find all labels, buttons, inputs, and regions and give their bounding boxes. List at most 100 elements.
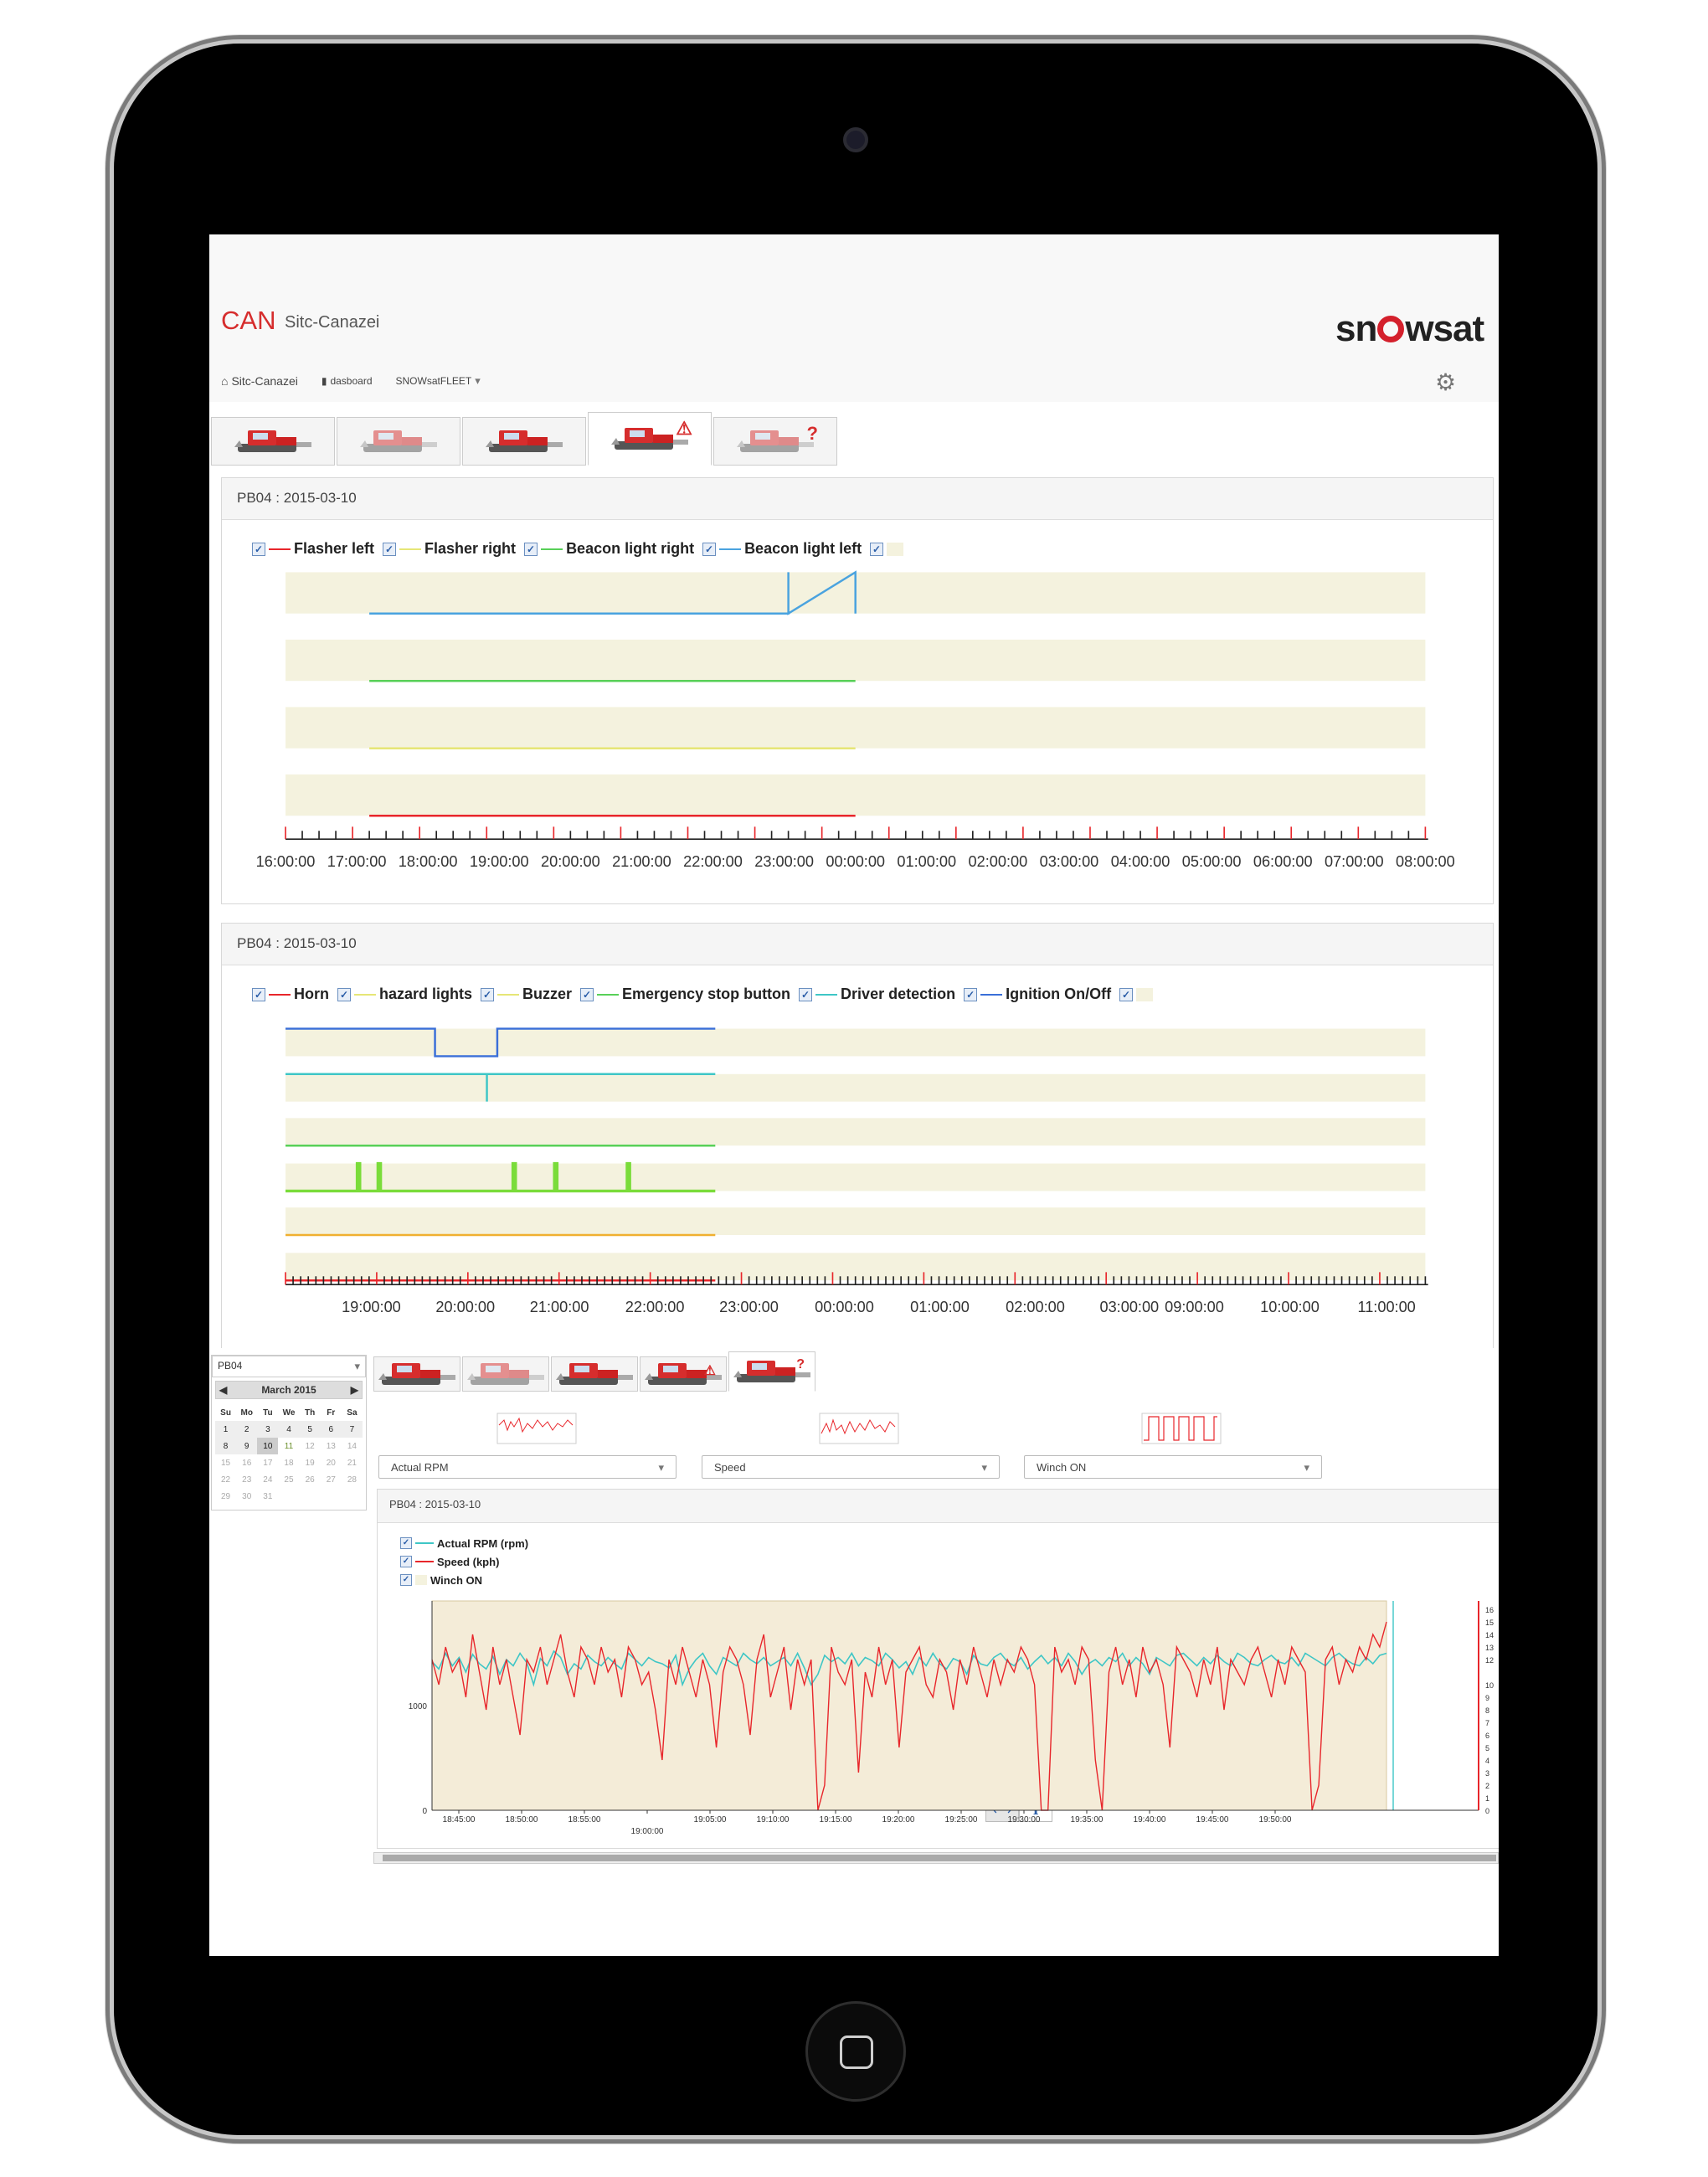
x-tick-label: 18:45:00 [443, 1815, 476, 1824]
bar-chart-icon: ▮ [321, 375, 327, 387]
horizontal-scrollbar[interactable] [373, 1852, 1499, 1864]
calendar-day[interactable]: 28 [342, 1471, 363, 1488]
nav-home[interactable]: ⌂ Sitc-Canazei [221, 374, 298, 388]
home-button[interactable] [805, 2001, 906, 2102]
calendar-day[interactable]: 22 [215, 1471, 236, 1488]
calendar-day[interactable]: 9 [236, 1438, 258, 1454]
y-right-tick-label: 12 [1485, 1656, 1494, 1665]
x-tick-label: 01:00:00 [897, 853, 956, 870]
caret-down-icon: ▾ [981, 1461, 987, 1474]
x-tick-label: 19:45:00 [1196, 1815, 1229, 1824]
app-header: CAN Sitc-Canazei sn wsat ⌂ Sitc-Canazei ▮ d… [209, 234, 1499, 402]
warning-icon: ⚠ [703, 1364, 716, 1378]
calendar-day[interactable]: 12 [300, 1438, 321, 1454]
x-tick-label: 20:00:00 [541, 853, 600, 870]
vehicle-tab-3[interactable] [551, 1356, 638, 1392]
calendar-day[interactable]: 1 [215, 1421, 237, 1438]
vehicle-tab-5[interactable]: ? [713, 417, 837, 466]
next-month-icon[interactable]: ▶ [351, 1384, 358, 1396]
x-tick-label: 02:00:00 [1006, 1299, 1065, 1315]
vehicle-tab-3[interactable] [462, 417, 586, 466]
calendar-day[interactable]: 8 [215, 1438, 237, 1454]
calendar-day[interactable]: 13 [321, 1438, 342, 1454]
y-right-tick-label: 13 [1485, 1644, 1494, 1652]
calendar-grid: Su Mo Tu We Th Fr Sa 1 2 3 4 5 6 7 8 9 10 11 12 13 14 15 16 17 1… [212, 1402, 366, 1510]
weekday-label: Tu [263, 1408, 273, 1418]
calendar-day[interactable]: 16 [236, 1454, 257, 1471]
calendar-day[interactable]: 21 [342, 1454, 363, 1471]
vehicle-tabs: ⚠? [211, 412, 837, 466]
calendar-day[interactable]: 10 [257, 1438, 279, 1454]
chart-band [286, 707, 1426, 749]
chart-panel-lights: PB04 : 2015-03-10 ✓ Flasher left ✓ Flasher … [221, 477, 1494, 904]
calendar-day[interactable]: 19 [300, 1454, 321, 1471]
calendar-day[interactable]: 6 [320, 1421, 342, 1438]
weekday-label: Su [220, 1408, 231, 1418]
calendar-day[interactable]: 25 [278, 1471, 299, 1488]
vehicle-tab-4[interactable]: ⚠ [640, 1356, 727, 1392]
calendar-day[interactable]: 4 [278, 1421, 300, 1438]
y-right-tick-label: 15 [1485, 1619, 1494, 1627]
x-tick-label: 17:00:00 [327, 853, 387, 870]
calendar-day[interactable]: 15 [215, 1454, 236, 1471]
warning-icon: ⚠ [676, 418, 692, 439]
calendar-day[interactable]: 3 [257, 1421, 279, 1438]
calendar-day[interactable]: 31 [257, 1488, 278, 1505]
speed-sparkline [819, 1413, 899, 1444]
checkbox-icon[interactable]: ✓ [400, 1537, 412, 1549]
vehicle-tab-4[interactable]: ⚠ [588, 412, 712, 466]
metric-select-2-value: Speed [714, 1461, 746, 1474]
legend-item[interactable]: ✓ Winch ON [400, 1571, 528, 1589]
legend-item[interactable]: ✓ Speed (kph) [400, 1552, 528, 1571]
nav-dashboard[interactable]: ▮ dasboard [322, 375, 373, 387]
snowcat-icon [375, 1355, 459, 1394]
checkbox-icon[interactable]: ✓ [400, 1556, 412, 1567]
vehicle-tab-2[interactable] [462, 1356, 549, 1392]
y-right-tick-label: 1 [1485, 1794, 1489, 1803]
metric-select-3[interactable]: Winch ON ▾ [1024, 1455, 1322, 1479]
calendar-day[interactable]: 20 [321, 1454, 342, 1471]
nav-dashboard-label: dasboard [330, 375, 373, 387]
checkbox-icon[interactable]: ✓ [400, 1574, 412, 1586]
y-right-tick-label: 14 [1485, 1631, 1494, 1639]
nav-fleet-dropdown[interactable]: SNOWsatFLEET ▾ [396, 374, 481, 388]
calendar-day[interactable]: 2 [236, 1421, 258, 1438]
nav-home-label: Sitc-Canazei [231, 374, 298, 388]
x-tick-label: 07:00:00 [1325, 853, 1384, 870]
x-tick-label: 23:00:00 [754, 853, 814, 870]
calendar-day[interactable]: 18 [278, 1454, 299, 1471]
prev-month-icon[interactable]: ◀ [219, 1384, 227, 1396]
chart-band [286, 1163, 1426, 1191]
calendar-day[interactable]: 11 [278, 1438, 299, 1454]
legend-item[interactable]: ✓ Actual RPM (rpm) [400, 1534, 528, 1552]
vehicle-tab-2[interactable] [337, 417, 460, 466]
caret-down-icon: ▾ [658, 1461, 664, 1474]
weekday-label: Th [305, 1408, 316, 1418]
vehicle-tab-1[interactable] [211, 417, 335, 466]
x-tick-label: 19:35:00 [1071, 1815, 1104, 1824]
metric-select-2[interactable]: Speed ▾ [702, 1455, 1000, 1479]
calendar-day[interactable]: 23 [236, 1471, 257, 1488]
calendar-day[interactable]: 29 [215, 1488, 236, 1505]
calendar-day[interactable]: 30 [236, 1488, 257, 1505]
panel-header: PB04 : 2015-03-10 [222, 924, 1493, 965]
vehicle-tab-1[interactable] [373, 1356, 460, 1392]
calendar-day[interactable]: 14 [342, 1438, 363, 1454]
vehicle-tab-5[interactable]: ? [728, 1351, 815, 1392]
legend-label: Actual RPM (rpm) [437, 1536, 529, 1550]
calendar-day[interactable]: 7 [341, 1421, 363, 1438]
calendar-day[interactable]: 24 [257, 1471, 278, 1488]
x-tick-label: 22:00:00 [683, 853, 743, 870]
y-right-tick-label: 7 [1485, 1719, 1489, 1727]
gear-icon[interactable]: ⚙ [1435, 368, 1456, 396]
scrollbar-thumb[interactable] [383, 1855, 1496, 1861]
vehicle-select[interactable]: PB04 ▾ [212, 1356, 366, 1377]
calendar-day[interactable]: 27 [321, 1471, 342, 1488]
calendar-day[interactable]: 26 [300, 1471, 321, 1488]
x-tick-label: 19:10:00 [757, 1815, 790, 1824]
app-title: CAN [221, 306, 276, 335]
x-tick-label: 11:00:00 [1357, 1299, 1415, 1315]
metric-select-1[interactable]: Actual RPM ▾ [378, 1455, 677, 1479]
calendar-day[interactable]: 5 [299, 1421, 321, 1438]
calendar-day[interactable]: 17 [257, 1454, 278, 1471]
